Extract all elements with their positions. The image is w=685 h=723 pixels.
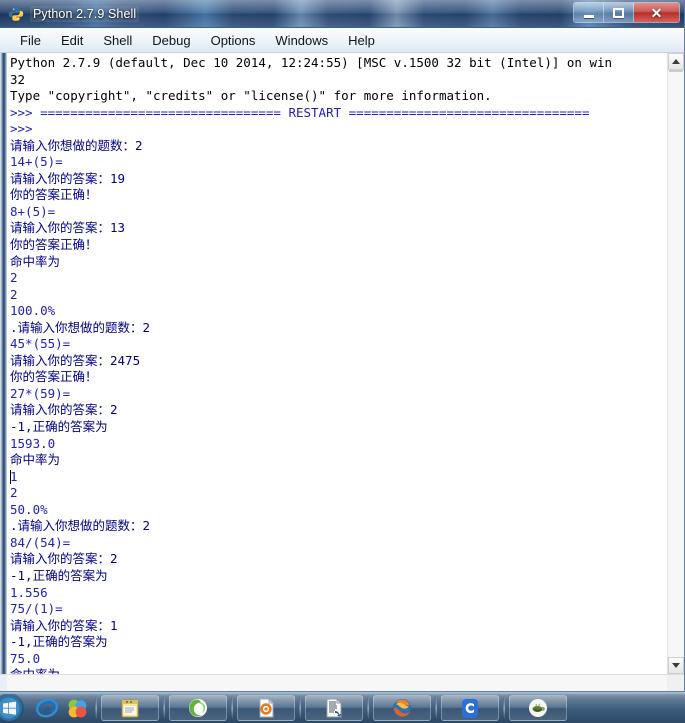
arrow-up-icon [672,59,680,64]
shell-line: 请输入你的答案：1 [10,617,118,633]
shell-line: Python 2.7.9 (default, Dec 10 2014, 12:2… [10,55,613,70]
taskbar-item-document-icon[interactable] [305,695,363,721]
scrollbar-spacer [0,675,7,691]
taskbar-item-green-app-icon[interactable] [169,695,227,721]
shell-line: 请输入你的答案：2475 [10,352,141,368]
shell-line: -1,正确的答案为 [10,567,108,583]
shell-line: 请输入你的答案：2 [10,402,118,418]
shell-line: 你的答案正确！ [10,369,98,385]
shell-line: -1,正确的答案为 [10,419,108,435]
scrollbar-corner [667,675,684,691]
maximize-button[interactable] [604,3,634,22]
menu-debug[interactable]: Debug [142,31,200,50]
internet-explorer-icon[interactable]: e [32,694,62,723]
shell-line: 命中率为 [10,253,61,269]
shell-line: 45*(55)= [10,336,71,352]
shell-line: 14+(5)= [10,154,63,170]
window-controls: ✕ [573,2,680,23]
taskbar-item-blue-c-icon[interactable] [441,695,499,721]
shell-line: 2 [10,286,18,302]
horizontal-scroll-track[interactable] [7,675,667,691]
taskbar-item-notepad-icon[interactable] [101,695,159,721]
shell-line: 100.0% [10,303,56,319]
shell-line: 请输入你想做的题数：2 [10,137,143,153]
taskbar-separator [503,697,505,719]
shell-line: 84/(54)= [10,534,71,550]
shell-line: 请输入你的答案：19 [10,170,126,186]
scroll-up-arrow[interactable] [668,53,684,70]
svg-text:e: e [44,701,50,716]
menu-options[interactable]: Options [201,31,266,50]
shell-line: >>> [10,121,41,137]
shell-line: 50.0% [10,501,48,517]
windows-start-orb[interactable] [0,694,32,723]
taskbar-separator [95,697,97,719]
python-snake-icon [8,6,24,22]
vertical-scroll-track[interactable] [668,70,684,657]
taskbar-separator [299,697,301,719]
python-shell-window: Python 2.7.9 Shell ✕ File Edit Shell Deb… [0,0,685,692]
taskbar-item-tea-icon[interactable] [509,695,567,721]
menu-windows[interactable]: Windows [265,31,338,50]
shell-line: 你的答案正确！ [10,237,98,253]
close-button[interactable]: ✕ [634,3,679,22]
shell-line: .请输入你想做的题数：2 [10,319,151,335]
menu-file[interactable]: File [10,31,51,50]
shell-line: 请输入你的答案：2 [10,551,118,567]
windows-taskbar: e [0,692,685,723]
shell-line: 1593.0 [10,435,56,451]
shell-line: .请输入你想做的题数：2 [10,518,151,534]
vertical-scrollbar[interactable] [667,53,684,674]
menubar: File Edit Shell Debug Options Windows He… [0,28,684,53]
scroll-down-arrow[interactable] [668,657,684,674]
shell-line: 你的答案正确！ [10,187,98,203]
taskbar-separator [163,697,165,719]
shell-line: -1,正确的答案为 [10,634,108,650]
menu-help[interactable]: Help [338,31,385,50]
shell-line: 27*(59)= [10,385,71,401]
shell-line: 命中率为 [10,667,667,674]
minimize-button[interactable] [574,3,604,22]
show-desktop-icon[interactable] [62,694,92,723]
shell-body: Python 2.7.9 (default, Dec 10 2014, 12:2… [0,53,684,674]
shell-line: 命中率为 [10,452,61,468]
taskbar-item-firefox-icon[interactable] [373,695,431,721]
shell-line: Type "copyright", "credits" or "license(… [10,88,492,104]
window-left-edge [0,53,7,674]
shell-line: 8+(5)= [10,203,56,219]
vertical-scroll-thumb[interactable] [669,70,683,72]
shell-line: 75/(1)= [10,601,63,617]
shell-line: 75.0 [10,650,41,666]
taskbar-separator [367,697,369,719]
taskbar-separator [231,697,233,719]
close-icon: ✕ [650,4,663,21]
shell-line: 32 [10,71,26,87]
shell-line: 2 [10,270,18,286]
shell-line: 请输入你的答案：13 [10,220,126,236]
shell-output-text[interactable]: Python 2.7.9 (default, Dec 10 2014, 12:2… [7,53,667,674]
arrow-down-icon [672,663,680,668]
menu-edit[interactable]: Edit [51,31,93,50]
taskbar-item-python-file-icon[interactable] [237,695,295,721]
window-titlebar[interactable]: Python 2.7.9 Shell ✕ [0,0,684,28]
taskbar-separator [435,697,437,719]
shell-line: 1 [10,469,667,486]
shell-line: 2 [10,485,18,501]
menu-shell[interactable]: Shell [93,31,142,50]
window-title: Python 2.7.9 Shell [30,5,140,22]
shell-line: 1.556 [10,584,48,600]
shell-line: >>> ================================ RES… [10,104,590,120]
horizontal-scrollbar[interactable] [0,674,684,691]
